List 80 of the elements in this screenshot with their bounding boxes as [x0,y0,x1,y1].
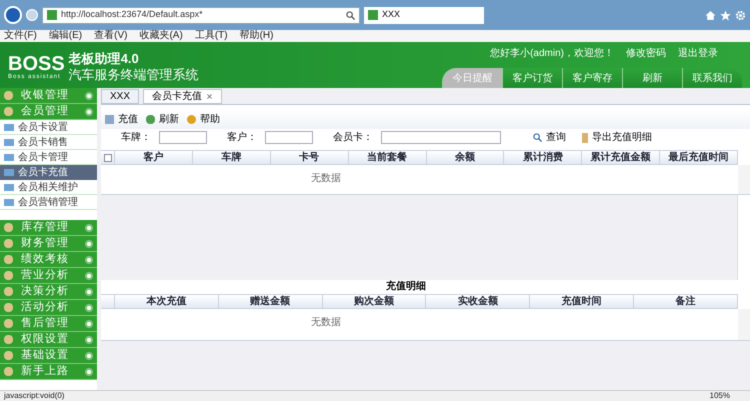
column-header: 当前套餐 [348,151,426,164]
column-header: 充值时间 [530,295,634,308]
filter-label: 客户： [226,130,257,145]
filter-label: 车牌： [120,130,151,145]
sidebar-item[interactable]: 会员卡设置 [0,120,97,135]
group-label: 活动分析 [21,300,70,316]
back-button[interactable] [4,6,22,24]
logo-text: BOSS [8,54,65,74]
group-label: 财务管理 [21,236,70,252]
empty-message: 无数据 [311,172,341,186]
empty-message: 无数据 [311,316,341,330]
export-button[interactable]: 导出充值明细 [574,130,652,145]
group-label: 售后管理 [21,316,70,332]
column-header: 最后充值时间 [660,151,738,164]
group-label: 权限设置 [21,332,70,348]
group-label: 收银管理 [21,88,70,104]
toolbar-button[interactable]: 刷新 [146,112,179,126]
column-header: 购次金额 [322,295,426,308]
column-header: 累计消费 [504,151,582,164]
document-icon [582,132,588,142]
sidebar-item[interactable]: 会员相关维护 [0,180,97,195]
url-text: http://localhost:23674/Default.aspx* [61,8,204,22]
star-icon[interactable] [720,10,731,20]
section-title: 充值明细 [386,279,426,294]
welcome-text: 您好李小(admin)，欢迎您！ [490,46,614,61]
column-header: 赠送金额 [218,295,323,308]
search-icon[interactable] [346,10,355,20]
group-label: 决策分析 [21,284,70,300]
search-button[interactable]: 查询 [509,130,566,145]
group-label: 绩效考核 [21,252,70,268]
filter-input[interactable] [265,131,313,144]
nav-tab[interactable]: 刷新 [622,68,682,88]
group-label: 会员管理 [21,104,70,120]
site-icon [47,10,57,20]
sidebar-item[interactable]: 会员卡充值 [0,165,97,180]
nav-tab[interactable]: 客户寄存 [562,68,622,88]
group-label: 营业分析 [21,268,70,284]
close-icon[interactable] [206,93,214,100]
forward-button[interactable] [26,9,38,21]
app-title: 老板助理4.0 [68,50,140,67]
content-tab[interactable]: XXX [101,89,140,104]
nav-tab[interactable]: 客户订货 [502,68,562,88]
browser-tab[interactable]: XXX [364,6,484,24]
sidebar-item[interactable]: 会员营销管理 [0,195,97,210]
menu-item[interactable]: 编辑(E) [48,31,82,41]
toolbar-button[interactable]: 充值 [105,112,138,126]
nav-tab[interactable]: 联系我们 [682,68,742,88]
zoom-level[interactable]: 105% [710,390,746,401]
filter-label: 会员卡： [332,130,373,145]
group-label: 新手上路 [21,364,70,380]
menu-item[interactable]: 帮助(H) [240,31,274,41]
search-icon [533,133,542,142]
filter-input[interactable] [159,131,207,144]
column-header: 卡号 [270,151,349,164]
sidebar-item[interactable]: 会员卡管理 [0,150,97,165]
app-subtitle: 汽车服务终端管理系统 [68,67,199,84]
settings-icon[interactable] [735,10,746,20]
column-header: 实收金额 [426,295,530,308]
select-all-checkbox[interactable] [104,154,112,162]
column-header: 客户 [115,151,193,164]
column-header: 备注 [634,295,738,308]
column-header: 本次充值 [115,295,219,308]
site-icon [368,10,378,20]
menu-item[interactable]: 文件(F) [4,31,37,41]
column-header: 余额 [426,151,504,164]
content-tab[interactable]: 会员卡充值 [143,89,222,104]
address-bar[interactable]: http://localhost:23674/Default.aspx* [42,6,360,24]
filter-input[interactable] [381,131,501,144]
status-text: javascript:void(0) [4,390,66,401]
sidebar-item[interactable]: 会员卡销售 [0,135,97,150]
home-icon[interactable] [705,10,716,20]
menu-item[interactable]: 收藏夹(A) [139,31,183,41]
toolbar-button[interactable]: 帮助 [187,112,220,126]
tab-title: XXX [382,8,402,22]
menu-item[interactable]: 查看(V) [94,31,128,41]
group-label: 基础设置 [21,348,70,364]
menu-item[interactable]: 工具(T) [194,31,228,41]
group-label: 库存管理 [21,220,70,236]
column-header: 车牌 [192,151,271,164]
column-header: 累计充值金额 [582,151,660,164]
